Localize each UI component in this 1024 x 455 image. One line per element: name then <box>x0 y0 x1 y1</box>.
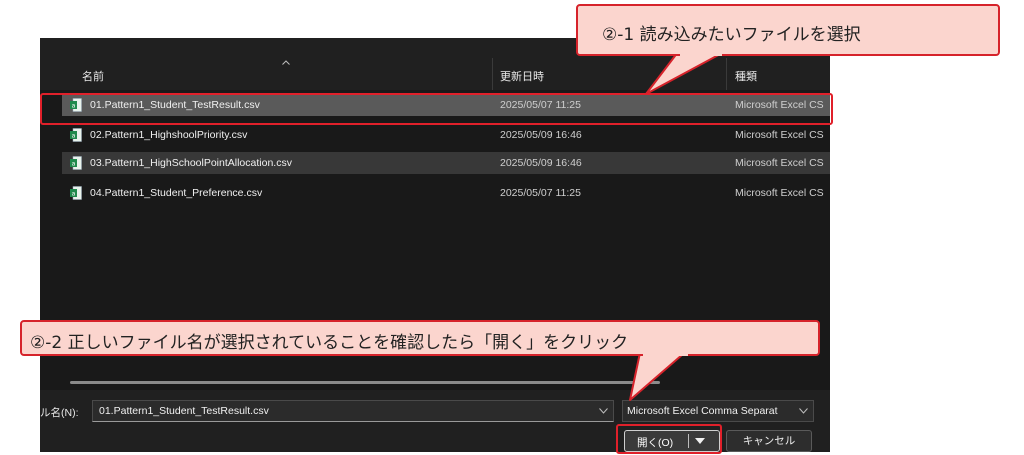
annotation-callout: ②-1 読み込みたいファイルを選択 <box>576 4 1000 56</box>
annotation-callout: ②-2 正しいファイル名が選択されていることを確認したら「開く」をクリック <box>20 320 820 356</box>
callout-text: ②-2 正しいファイル名が選択されていることを確認したら「開く」をクリック <box>30 333 629 353</box>
pointer-seam-cover <box>643 352 688 356</box>
highlight-selected-file <box>40 93 833 125</box>
callout-pointer-arrows <box>629 51 725 401</box>
highlight-open-button <box>616 424 722 454</box>
callout-text: ②-1 読み込みたいファイルを選択 <box>602 25 861 45</box>
pointer-seam-cover <box>680 50 722 56</box>
